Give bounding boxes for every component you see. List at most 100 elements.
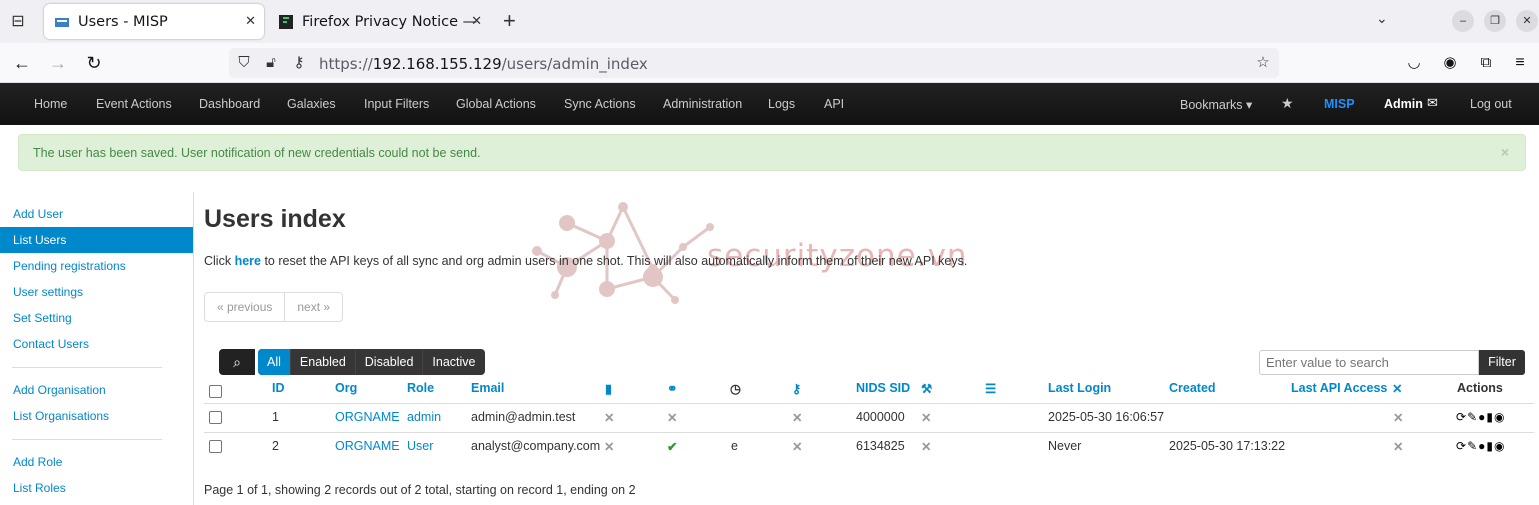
sidebar-item-list-organisations[interactable]: List Organisations xyxy=(0,403,193,429)
forward-icon[interactable]: → xyxy=(46,51,70,75)
col-created[interactable]: Created xyxy=(1169,381,1216,395)
delete-icon[interactable]: ▮ xyxy=(1486,439,1494,453)
cell-role[interactable]: admin xyxy=(407,410,441,424)
account-icon[interactable]: ◉ xyxy=(1438,51,1462,75)
filter-inactive[interactable]: Inactive xyxy=(422,349,484,375)
nav-event-actions[interactable]: Event Actions xyxy=(96,97,172,111)
filter-all[interactable]: All xyxy=(258,349,290,375)
menu-icon[interactable]: ≡ xyxy=(1508,51,1532,75)
tab-list-icon[interactable]: ⊟ xyxy=(6,10,30,34)
sidebar-item-add-organisation[interactable]: Add Organisation xyxy=(0,377,193,403)
close-tab-icon[interactable]: ✕ xyxy=(245,14,256,29)
url-bar[interactable]: ⛉ 🔓︎ ⚷ https://192.168.155.129/users/adm… xyxy=(229,48,1279,78)
reset-key-icon[interactable]: ⟳ xyxy=(1456,410,1467,424)
url-text[interactable]: https://192.168.155.129/users/admin_inde… xyxy=(319,55,648,73)
list-icon[interactable]: ☰ xyxy=(985,381,996,396)
cell-expiry: e xyxy=(731,439,738,453)
handshake-icon[interactable]: ⚭ xyxy=(667,381,677,396)
row-checkbox[interactable] xyxy=(209,411,222,424)
row-actions: ⟳✎●▮◉ xyxy=(1456,439,1505,453)
cell-disabled: ✕ xyxy=(1393,440,1404,454)
close-tab-icon[interactable]: ✕ xyxy=(471,14,482,29)
nav-user[interactable]: Admin xyxy=(1384,97,1423,111)
edit-icon[interactable]: ✎ xyxy=(1467,410,1478,424)
col-last-login[interactable]: Last Login xyxy=(1048,381,1111,395)
edit-icon[interactable]: ✎ xyxy=(1467,439,1478,453)
sidebar-item-set-setting[interactable]: Set Setting xyxy=(0,305,193,331)
filter-disabled[interactable]: Disabled xyxy=(354,349,423,375)
terminated-icon[interactable]: ✕ xyxy=(1392,381,1402,396)
maximize-icon[interactable]: ❐ xyxy=(1484,10,1506,32)
cell-role[interactable]: User xyxy=(407,439,433,453)
sidebar-item-user-settings[interactable]: User settings xyxy=(0,279,193,305)
nav-global-actions[interactable]: Global Actions xyxy=(456,97,536,111)
nav-bookmarks[interactable]: Bookmarks ▾ xyxy=(1180,97,1252,112)
view-icon[interactable]: ◉ xyxy=(1494,410,1505,424)
tab-users-misp[interactable]: Users - MISP ✕ xyxy=(44,4,264,39)
close-window-icon[interactable]: ✕ xyxy=(1516,10,1538,32)
minimize-icon[interactable]: – xyxy=(1452,10,1474,32)
nav-logs[interactable]: Logs xyxy=(768,97,795,111)
nav-home[interactable]: Home xyxy=(34,97,67,111)
sidebar-item-list-roles[interactable]: List Roles xyxy=(0,475,193,501)
extensions-icon[interactable]: ⧉ xyxy=(1474,51,1498,75)
row-checkbox[interactable] xyxy=(209,440,222,453)
key-icon[interactable]: ⚷ xyxy=(792,381,801,396)
col-actions: Actions xyxy=(1457,381,1503,395)
view-icon[interactable]: ◉ xyxy=(1494,439,1505,453)
cell-org[interactable]: ORGNAME xyxy=(335,439,400,453)
new-tab-icon[interactable]: + xyxy=(503,9,516,33)
next-page-button[interactable]: next » xyxy=(284,293,342,321)
chevron-down-icon[interactable]: ⌄ xyxy=(1376,10,1388,27)
envelope-icon[interactable]: ✉ xyxy=(1427,95,1438,111)
col-org[interactable]: Org xyxy=(335,381,357,395)
cell-mobile: ✕ xyxy=(604,411,615,425)
nav-administration[interactable]: Administration xyxy=(663,97,742,111)
nav-sync-actions[interactable]: Sync Actions xyxy=(564,97,636,111)
lock-warning-icon[interactable]: 🔓︎ xyxy=(261,53,281,73)
key-icon[interactable]: ⚷ xyxy=(289,53,309,73)
col-email[interactable]: Email xyxy=(471,381,504,395)
sidebar-item-add-role[interactable]: Add Role xyxy=(0,449,193,475)
cell-email: admin@admin.test xyxy=(471,410,576,424)
filter-enabled[interactable]: Enabled xyxy=(289,349,355,375)
previous-page-button[interactable]: « previous xyxy=(205,293,284,321)
col-nids-sid[interactable]: NIDS SID xyxy=(856,381,910,395)
sidebar-item-pending-registrations[interactable]: Pending registrations xyxy=(0,253,193,279)
star-icon[interactable]: ★ xyxy=(1281,95,1294,112)
nav-galaxies[interactable]: Galaxies xyxy=(287,97,336,111)
col-role[interactable]: Role xyxy=(407,381,434,395)
search-icon[interactable]: ⌕ xyxy=(219,349,255,375)
nav-input-filters[interactable]: Input Filters xyxy=(364,97,429,111)
pocket-icon[interactable]: ◡ xyxy=(1402,51,1426,75)
shield-icon[interactable]: ⛉ xyxy=(234,53,254,73)
delete-icon[interactable]: ▮ xyxy=(1486,410,1494,424)
clock-icon[interactable]: ◷ xyxy=(730,381,741,396)
browser-tab-bar: ⊟ Users - MISP ✕ Firefox Privacy Notice … xyxy=(0,0,1539,43)
close-alert-icon[interactable]: × xyxy=(1501,144,1509,160)
tab-firefox-privacy[interactable]: Firefox Privacy Notice — ✕ xyxy=(268,4,490,39)
back-icon[interactable]: ← xyxy=(10,51,34,75)
bookmark-star-icon[interactable]: ☆ xyxy=(1253,53,1273,73)
cell-last-login: Never xyxy=(1048,439,1082,453)
nav-dashboard[interactable]: Dashboard xyxy=(199,97,260,111)
sidebar-item-list-users[interactable]: List Users xyxy=(0,227,193,253)
search-input[interactable] xyxy=(1259,350,1479,375)
gavel-icon[interactable]: ⚒ xyxy=(921,381,932,396)
mobile-icon[interactable]: ▮ xyxy=(605,381,612,396)
sidebar-item-add-user[interactable]: Add User xyxy=(0,201,193,227)
reload-icon[interactable]: ↻ xyxy=(82,51,106,75)
col-last-api-access[interactable]: Last API Access xyxy=(1291,381,1387,395)
reset-keys-link[interactable]: here xyxy=(235,254,261,268)
cell-org[interactable]: ORGNAME xyxy=(335,410,400,424)
col-id[interactable]: ID xyxy=(272,381,285,395)
sidebar-item-contact-users[interactable]: Contact Users xyxy=(0,331,193,357)
nav-brand[interactable]: MISP xyxy=(1324,97,1355,111)
nav-logout[interactable]: Log out xyxy=(1470,97,1512,111)
reset-key-icon[interactable]: ⟳ xyxy=(1456,439,1467,453)
nav-api[interactable]: API xyxy=(824,97,844,111)
filter-button[interactable]: Filter xyxy=(1479,350,1525,375)
select-all-checkbox[interactable] xyxy=(209,385,222,398)
cell-mobile: ✕ xyxy=(604,440,615,454)
misp-favicon-icon xyxy=(55,17,69,27)
